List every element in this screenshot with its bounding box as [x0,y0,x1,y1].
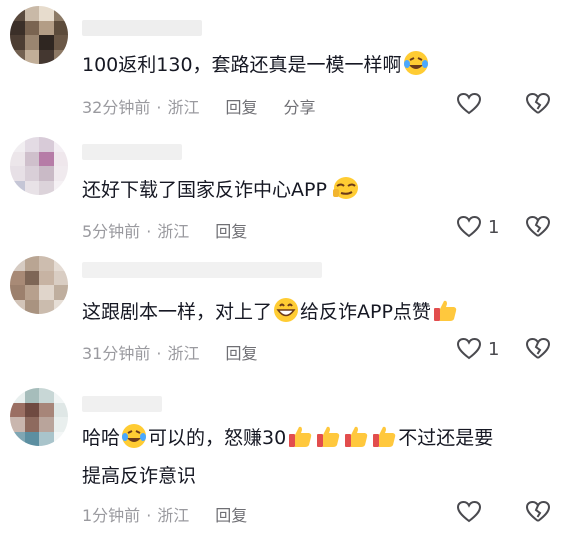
location: 浙江 [167,98,200,117]
broken-heart-icon [525,215,551,237]
like-button[interactable] [456,500,488,524]
heart-icon [456,337,482,360]
like-button[interactable]: 1 [456,337,499,361]
comment-meta: 31分钟前 · 浙江 回复 [82,340,258,364]
like-count: 1 [488,216,500,238]
avatar[interactable] [10,256,68,314]
meta-separator: · [156,344,162,363]
thumbs-up-emoji [345,426,368,447]
comment-text-line2: 提高反诈意识 [82,465,197,487]
avatar[interactable] [10,388,68,446]
timestamp: 5分钟前 [82,222,141,241]
timestamp: 32分钟前 [82,98,151,117]
thumbs-up-emoji [433,300,457,321]
comment-meta: 5分钟前 · 浙江 回复 [82,218,247,242]
comment-text: 100返利130，套路还真是一模一样啊 [82,49,430,81]
comment-text: 还好下载了国家反诈中心APP [82,174,361,206]
sly-face-emoji [332,177,358,199]
meta-separator: · [156,98,162,117]
laughing-tears-emoji [403,51,428,75]
heart-icon [456,215,482,238]
laughing-tears-emoji [122,424,147,448]
like-button[interactable]: 1 [456,215,499,239]
comment-text: 这跟剧本一样，对上了 给反诈APP点赞 [82,296,459,328]
thumbs-up-emoji [317,426,340,447]
dislike-button[interactable] [525,215,551,239]
heart-icon [456,92,482,115]
broken-heart-icon [525,92,551,114]
reply-button[interactable]: 回复 [215,506,247,525]
avatar[interactable] [10,137,68,195]
broken-heart-icon [525,337,551,359]
meta-separator: · [146,222,152,241]
like-count: 1 [488,338,500,360]
reply-button[interactable]: 回复 [225,344,257,363]
meta-separator: · [146,506,152,525]
reply-button[interactable]: 回复 [225,98,257,117]
dislike-button[interactable] [525,92,551,116]
username-blurred[interactable] [82,262,322,278]
username-blurred[interactable] [82,144,182,160]
username-blurred[interactable] [82,396,162,412]
avatar[interactable] [10,6,68,64]
thumbs-up-emoji [289,426,312,447]
timestamp: 31分钟前 [82,344,151,363]
timestamp: 1分钟前 [82,506,141,525]
like-button[interactable] [456,92,488,116]
location: 浙江 [157,506,190,525]
location: 浙江 [167,344,200,363]
thumbs-up-emoji [373,426,396,447]
reply-button[interactable]: 回复 [215,222,247,241]
location: 浙江 [157,222,190,241]
broken-heart-icon [525,500,551,522]
heart-icon [456,500,482,523]
grinning-emoji [274,298,299,322]
dislike-button[interactable] [525,500,551,524]
comment-text: 哈哈 可以的，怒赚30 不过还是要 [82,422,493,454]
username-blurred[interactable] [82,20,202,36]
dislike-button[interactable] [525,337,551,361]
share-button[interactable]: 分享 [284,98,316,117]
comment-meta: 1分钟前 · 浙江 回复 [82,502,247,526]
comment-meta: 32分钟前 · 浙江 回复 分享 [82,94,316,118]
